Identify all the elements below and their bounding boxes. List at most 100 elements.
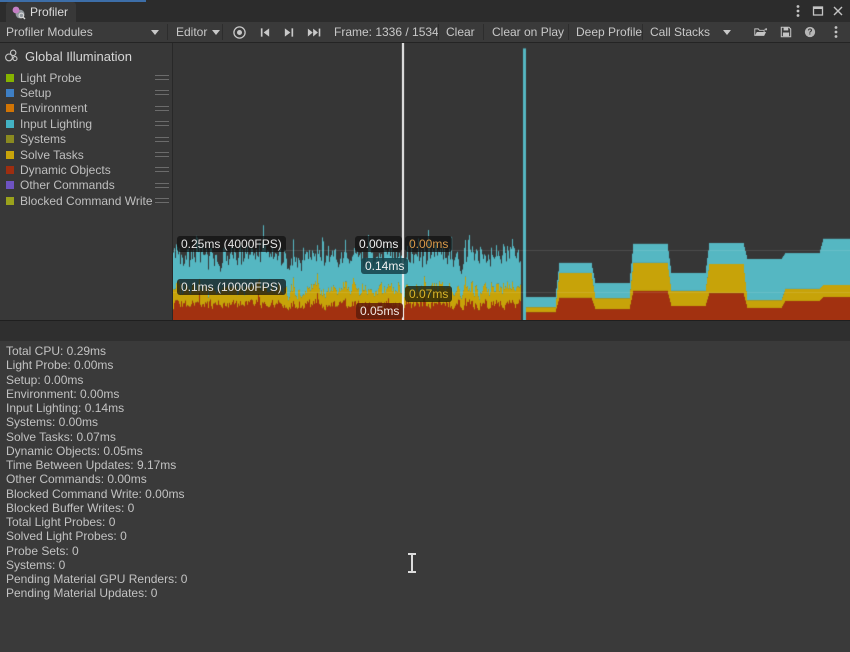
editor-target-dropdown[interactable]: Editor xyxy=(170,22,226,42)
drag-handle-icon[interactable] xyxy=(155,90,169,95)
clear-on-play-button[interactable]: Clear on Play xyxy=(486,22,570,42)
chart-value-label: 0.00ms xyxy=(355,236,402,252)
drag-handle-icon[interactable] xyxy=(155,137,169,142)
frame-counter: Frame: 1336 / 1534 xyxy=(328,22,445,42)
step-forward-icon xyxy=(283,27,295,38)
legend-item[interactable]: Light Probe xyxy=(0,70,172,85)
stat-line: Total CPU: 0.29ms xyxy=(0,344,850,358)
chart-value-label: 0.14ms xyxy=(361,258,408,274)
stat-line: Time Between Updates: 9.17ms xyxy=(0,458,850,472)
profiler-modules-label: Profiler Modules xyxy=(6,25,93,39)
record-button[interactable] xyxy=(225,22,253,42)
legend-color-swatch xyxy=(6,120,14,128)
drag-handle-icon[interactable] xyxy=(155,152,169,157)
profiler-icon xyxy=(11,5,26,20)
toolbar-menu-button[interactable] xyxy=(826,22,846,42)
svg-text:?: ? xyxy=(808,28,813,37)
legend-item[interactable]: Other Commands xyxy=(0,178,172,193)
chevron-down-icon xyxy=(151,30,159,35)
stat-line: Dynamic Objects: 0.05ms xyxy=(0,444,850,458)
module-header[interactable]: Global Illumination xyxy=(0,43,172,68)
stat-line: Input Lighting: 0.14ms xyxy=(0,401,850,415)
help-icon: ? xyxy=(804,25,816,39)
title-bar: Profiler xyxy=(0,0,850,22)
tab-profiler[interactable]: Profiler xyxy=(6,2,76,22)
legend-label: Systems xyxy=(20,132,66,146)
profiler-toolbar: Profiler Modules Editor xyxy=(0,22,850,43)
legend-color-swatch xyxy=(6,181,14,189)
clear-button[interactable]: Clear xyxy=(440,22,481,42)
drag-handle-icon[interactable] xyxy=(155,183,169,188)
profiler-modules-dropdown[interactable]: Profiler Modules xyxy=(0,22,167,42)
chart-value-label: 0.07ms xyxy=(405,286,452,302)
stat-line: Solve Tasks: 0.07ms xyxy=(0,430,850,444)
help-button[interactable]: ? xyxy=(798,22,822,42)
module-details-panel: Total CPU: 0.29msLight Probe: 0.00msSetu… xyxy=(0,341,850,652)
legend-label: Blocked Command Write xyxy=(20,194,153,208)
chart-legend: Light ProbeSetupEnvironmentInput Lightin… xyxy=(0,70,172,209)
chart-value-label: 0.1ms (10000FPS) xyxy=(177,279,286,295)
window-menu-icon[interactable] xyxy=(790,3,806,19)
legend-item[interactable]: Setup xyxy=(0,85,172,100)
skip-back-icon xyxy=(259,27,271,38)
module-sidebar: Global Illumination Light ProbeSetupEnvi… xyxy=(0,43,173,320)
deep-profile-label: Deep Profile xyxy=(576,25,642,39)
stat-line: Light Probe: 0.00ms xyxy=(0,358,850,372)
profiler-window: Profiler Profiler Modules Editor xyxy=(0,0,850,652)
legend-label: Other Commands xyxy=(20,178,115,192)
legend-color-swatch xyxy=(6,104,14,112)
stat-line: Blocked Command Write: 0.00ms xyxy=(0,487,850,501)
legend-item[interactable]: Systems xyxy=(0,132,172,147)
drag-handle-icon[interactable] xyxy=(155,106,169,111)
legend-item[interactable]: Dynamic Objects xyxy=(0,162,172,177)
legend-color-swatch xyxy=(6,166,14,174)
next-frame-button[interactable] xyxy=(277,22,301,42)
drag-handle-icon[interactable] xyxy=(155,121,169,126)
chart-value-label: 0.05ms xyxy=(356,303,403,319)
text-cursor-icon xyxy=(404,551,420,580)
window-close-icon[interactable] xyxy=(830,3,846,19)
stat-line: Solved Light Probes: 0 xyxy=(0,529,850,543)
legend-color-swatch xyxy=(6,151,14,159)
chart-value-label: 0.00ms xyxy=(405,236,452,252)
legend-item[interactable]: Environment xyxy=(0,101,172,116)
deep-profile-button[interactable]: Deep Profile xyxy=(570,22,648,42)
current-frame-button[interactable] xyxy=(301,22,327,42)
stat-line: Pending Material Updates: 0 xyxy=(0,586,850,600)
legend-color-swatch xyxy=(6,135,14,143)
stat-line: Total Light Probes: 0 xyxy=(0,515,850,529)
clear-label: Clear xyxy=(446,25,475,39)
drag-handle-icon[interactable] xyxy=(155,167,169,172)
call-stacks-button[interactable]: Call Stacks xyxy=(644,22,737,42)
save-profile-button[interactable] xyxy=(774,22,798,42)
load-profile-button[interactable] xyxy=(748,22,774,42)
stat-line: Probe Sets: 0 xyxy=(0,544,850,558)
drag-handle-icon[interactable] xyxy=(155,198,169,203)
module-title: Global Illumination xyxy=(25,49,132,64)
legend-label: Input Lighting xyxy=(20,117,92,131)
clear-on-play-label: Clear on Play xyxy=(492,25,564,39)
drag-handle-icon[interactable] xyxy=(155,75,169,80)
stat-line: Systems: 0.00ms xyxy=(0,415,850,429)
legend-item[interactable]: Input Lighting xyxy=(0,116,172,131)
first-frame-button[interactable] xyxy=(253,22,277,42)
frame-counter-label: Frame: 1336 / 1534 xyxy=(334,25,439,39)
legend-label: Setup xyxy=(20,86,51,100)
stat-line: Environment: 0.00ms xyxy=(0,387,850,401)
kebab-menu-icon xyxy=(834,25,838,39)
chevron-down-icon xyxy=(723,30,731,35)
legend-item[interactable]: Solve Tasks xyxy=(0,147,172,162)
open-folder-icon xyxy=(754,25,768,39)
stat-line: Setup: 0.00ms xyxy=(0,373,850,387)
profiler-chart-area: 0.25ms (4000FPS)0.1ms (10000FPS)0.00ms0.… xyxy=(173,43,850,320)
legend-item[interactable]: Blocked Command Write xyxy=(0,193,172,208)
call-stacks-label: Call Stacks xyxy=(650,25,710,39)
chevron-down-icon xyxy=(212,30,220,35)
chart-value-label: 0.25ms (4000FPS) xyxy=(177,236,286,252)
stat-line: Blocked Buffer Writes: 0 xyxy=(0,501,850,515)
tab-title: Profiler xyxy=(30,5,68,19)
stat-line: Pending Material GPU Renders: 0 xyxy=(0,572,850,586)
pane-splitter[interactable] xyxy=(0,320,850,341)
legend-color-swatch xyxy=(6,89,14,97)
window-maximize-icon[interactable] xyxy=(810,3,826,19)
